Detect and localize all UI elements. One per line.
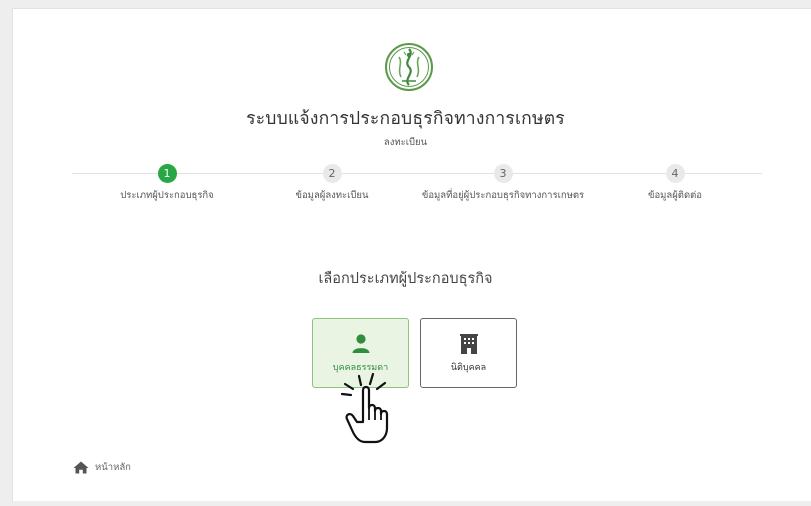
step-number: 1	[157, 164, 177, 183]
department-logo	[385, 43, 433, 91]
step-number: 2	[322, 164, 342, 183]
step-1: 1 ประเภทผู้ประกอบธุรกิจ	[77, 164, 257, 203]
page-subtitle: ลงทะเบียน	[383, 137, 428, 148]
step-label: ข้อมูลที่อยู่ผู้ประกอบธุรกิจทางการเกษตร	[421, 190, 585, 201]
option-label: นิติบุคคล	[450, 363, 487, 373]
business-type-prompt: เลือกประเภทผู้ประกอบธุรกิจ	[318, 271, 493, 287]
step-label: ข้อมูลผู้ลงทะเบียน	[295, 190, 369, 201]
step-number: 4	[665, 164, 685, 183]
step-number: 3	[493, 164, 513, 183]
step-2: 2 ข้อมูลผู้ลงทะเบียน	[242, 164, 422, 203]
juristic-option-button[interactable]: นิติบุคคล	[420, 318, 517, 388]
home-icon	[73, 461, 89, 474]
step-4: 4 ข้อมูลผู้ติดต่อ	[585, 164, 765, 203]
hand-pointer-icon	[340, 372, 389, 444]
step-label: ประเภทผู้ประกอบธุรกิจ	[120, 190, 214, 201]
person-icon	[313, 333, 408, 355]
home-link-label: หน้าหลัก	[95, 462, 131, 473]
home-link[interactable]: หน้าหลัก	[73, 460, 131, 475]
page-title: ระบบแจ้งการประกอบธุรกิจทางการเกษตร	[246, 109, 565, 129]
step-label: ข้อมูลผู้ติดต่อ	[647, 190, 703, 201]
step-3: 3 ข้อมูลที่อยู่ผู้ประกอบธุรกิจทางการเกษต…	[408, 164, 598, 203]
building-icon	[421, 333, 516, 355]
